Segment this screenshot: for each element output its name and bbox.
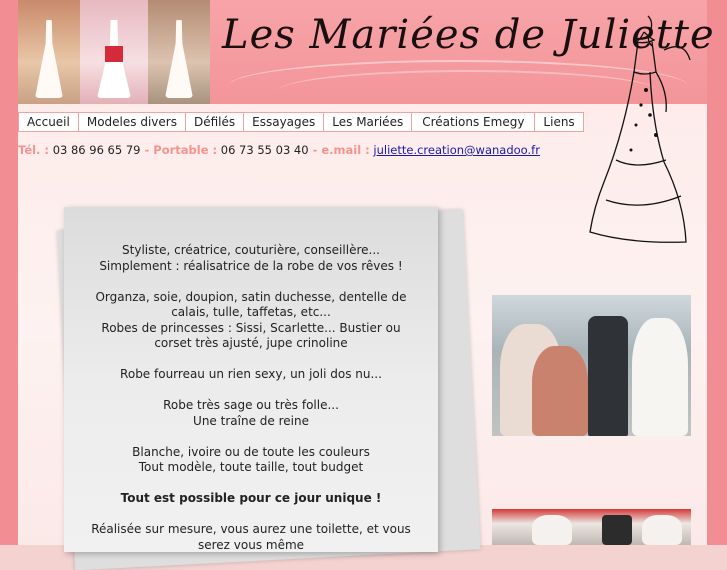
portable-number: 06 73 55 03 40 (220, 143, 309, 157)
paragraph-intro: Styliste, créatrice, couturière, conseil… (64, 243, 438, 274)
text-line: corset très ajusté, jupe crinoline (154, 336, 348, 350)
text-line: Tout modèle, toute taille, tout budget (138, 460, 364, 474)
text-line: Robe fourreau un rien sexy, un joli dos … (120, 367, 382, 381)
text-line: calais, tulle, taffetas, etc... (171, 305, 331, 319)
separator: - (140, 143, 154, 157)
description-text: Styliste, créatrice, couturière, conseil… (64, 243, 438, 569)
paragraph-tagline: Tout est possible pour ce jour unique ! (64, 491, 438, 507)
header-photo-bride-2 (80, 0, 148, 104)
dress-sketch-illustration (589, 15, 691, 243)
nav-item-les-mariees[interactable]: Les Mariées (323, 112, 413, 132)
text-line: Robes de princesses : Sissi, Scarlette..… (101, 320, 401, 335)
text-line: Organza, soie, doupion, satin duchesse, … (95, 289, 407, 304)
portable-label: Portable (153, 143, 209, 157)
paragraph-colors: Blanche, ivoire ou de toute les couleurs… (64, 445, 438, 476)
paragraph-style: Robe très sage ou très folle... Une traî… (64, 398, 438, 429)
nav-item-defiles[interactable]: Défilés (184, 112, 245, 132)
tel-label: Tél. : (18, 143, 50, 157)
text-line: Une traîne de reine (193, 413, 309, 428)
text-line: Simplement : réalisatrice de la robe de … (99, 258, 403, 273)
portable-colon: : (208, 143, 218, 157)
nav-item-liens[interactable]: Liens (534, 112, 584, 132)
text-line: Robe très sage ou très folle... (163, 398, 339, 412)
text-line: Tout est possible pour ce jour unique ! (120, 491, 382, 505)
paragraph-made-to-measure: Réalisée sur mesure, vous aurez une toil… (64, 522, 438, 553)
paragraph-fourreau: Robe fourreau un rien sexy, un joli dos … (64, 367, 438, 383)
tel-number: 03 86 96 65 79 (52, 143, 141, 157)
header-photo-bride-3 (148, 0, 210, 104)
contact-line: Tél. : 03 86 96 65 79 - Portable : 06 73… (18, 143, 540, 157)
email-label: e.mail : (321, 143, 370, 157)
separator: - (308, 143, 322, 157)
nav-item-accueil[interactable]: Accueil (18, 112, 79, 132)
photo-wedding-dresses-display (492, 295, 691, 436)
text-line: Styliste, créatrice, couturière, conseil… (122, 243, 380, 257)
header-photos (18, 0, 210, 104)
nav-item-modeles-divers[interactable]: Modeles divers (77, 112, 186, 132)
right-rail (707, 0, 727, 545)
email-link[interactable]: juliette.creation@wanadoo.fr (373, 143, 540, 157)
text-line: Blanche, ivoire ou de toute les couleurs (132, 444, 370, 459)
nav-item-creations-emegy[interactable]: Créations Emegy (411, 112, 536, 132)
left-rail (0, 0, 18, 545)
photo-shop-front (492, 509, 691, 545)
paragraph-fabrics: Organza, soie, doupion, satin duchesse, … (64, 290, 438, 352)
nav-item-essayages[interactable]: Essayages (243, 112, 325, 132)
text-line: Réalisée sur mesure, vous aurez une toil… (91, 522, 411, 536)
header-photo-bride-1 (18, 0, 80, 104)
main-nav: Accueil Modeles divers Défilés Essayages… (18, 112, 584, 132)
